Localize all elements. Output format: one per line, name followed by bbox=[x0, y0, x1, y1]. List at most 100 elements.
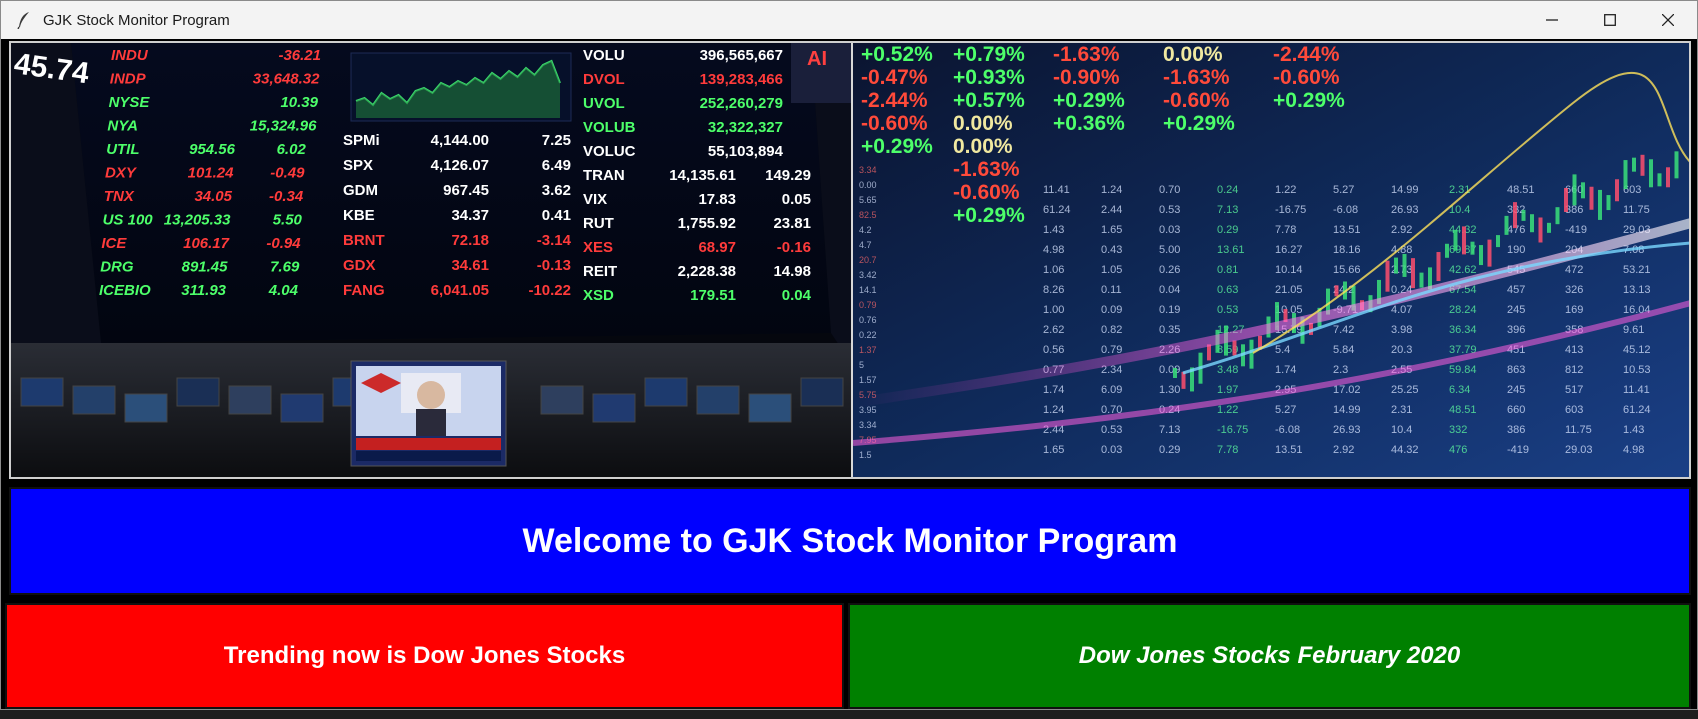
market-grid-number: 0.29 bbox=[1159, 444, 1180, 456]
ticker-change: -0.13 bbox=[537, 257, 571, 274]
market-grid-number: 0.35 bbox=[1159, 324, 1180, 336]
ticker-symbol: VOLU bbox=[583, 47, 625, 64]
market-grid-number: 0.43 bbox=[1101, 244, 1122, 256]
market-grid-number: 169 bbox=[1565, 304, 1583, 316]
minimize-button[interactable] bbox=[1523, 1, 1581, 39]
market-grid-number: 36.34 bbox=[1449, 324, 1477, 336]
ticker-value: 17.83 bbox=[698, 191, 736, 208]
percent-change-label: -1.63% bbox=[1163, 66, 1230, 89]
market-grid-number: 5.4 bbox=[1275, 344, 1290, 356]
market-grid-number: 603 bbox=[1565, 404, 1583, 416]
candlestick bbox=[1181, 371, 1186, 389]
close-icon bbox=[1662, 14, 1674, 26]
market-grid-number: 1.24 bbox=[1043, 404, 1064, 416]
market-grid-number: 5 bbox=[859, 360, 864, 370]
market-grid-number: 0.53 bbox=[1217, 304, 1238, 316]
ticker-change: 7.25 bbox=[542, 132, 571, 149]
percent-change-label: 0.00% bbox=[953, 112, 1013, 135]
market-grid-number: 5.84 bbox=[1333, 344, 1354, 356]
ticker-change: 5.50 bbox=[273, 212, 303, 229]
banner-image: 45.74 AI INDU -36.21 INDP 33,648.32 NYSE 10.3… bbox=[9, 41, 1691, 479]
market-grid-number: 1.22 bbox=[1275, 184, 1296, 196]
candlestick bbox=[1249, 339, 1254, 369]
market-grid-number: 472 bbox=[1565, 264, 1583, 276]
candlestick bbox=[1581, 182, 1585, 199]
market-grid-number: 25.25 bbox=[1391, 384, 1419, 396]
ticker-symbol: NYSE bbox=[109, 94, 151, 111]
close-button[interactable] bbox=[1639, 1, 1697, 39]
market-grid-number: 0.03 bbox=[1101, 444, 1122, 456]
market-grid-number: 0.63 bbox=[1217, 284, 1238, 296]
maximize-icon bbox=[1604, 14, 1616, 26]
market-grid-number: 0.56 bbox=[1043, 344, 1064, 356]
percent-change-label: +0.29% bbox=[1053, 89, 1125, 112]
ticker-change: 14.98 bbox=[773, 263, 811, 280]
candlestick bbox=[1530, 214, 1534, 233]
title-bar[interactable]: GJK Stock Monitor Program bbox=[1, 1, 1697, 39]
market-grid-number: 5.00 bbox=[1159, 244, 1180, 256]
market-grid-number: 45.12 bbox=[1623, 344, 1651, 356]
candlestick bbox=[1538, 217, 1543, 243]
candlestick bbox=[1470, 241, 1475, 255]
ticker-value: 106.17 bbox=[183, 235, 230, 252]
percent-change-label: -0.90% bbox=[1053, 66, 1120, 89]
maximize-button[interactable] bbox=[1581, 1, 1639, 39]
ticker-symbol: TRAN bbox=[583, 167, 625, 184]
market-grid-number: 20.7 bbox=[859, 255, 877, 265]
ticker-change: 3.62 bbox=[542, 182, 571, 199]
market-grid-number: 13.51 bbox=[1333, 224, 1361, 236]
ticker-symbol: REIT bbox=[583, 263, 617, 280]
market-grid-number: 1.65 bbox=[1043, 444, 1064, 456]
market-grid-number: 11.75 bbox=[1565, 424, 1592, 436]
market-grid-number: 0.04 bbox=[1159, 284, 1180, 296]
candlestick bbox=[1666, 167, 1670, 188]
percent-change-label: +0.57% bbox=[953, 89, 1025, 112]
percent-change-label: -2.44% bbox=[1273, 43, 1340, 66]
market-grid-number: 2.44 bbox=[1101, 204, 1122, 216]
market-grid-number: -16.75 bbox=[1217, 424, 1248, 436]
candlestick bbox=[1606, 195, 1611, 211]
percent-change-label: +0.29% bbox=[1273, 89, 1345, 112]
market-grid-number: 11.41 bbox=[1043, 184, 1070, 196]
market-grid-number: 2.92 bbox=[1333, 444, 1354, 456]
candlestick bbox=[1640, 154, 1645, 176]
market-grid-number: 4.98 bbox=[1043, 244, 1064, 256]
ticker-symbol: SPX bbox=[343, 157, 373, 174]
market-grid-number: 1.05 bbox=[1101, 264, 1122, 276]
percent-change-label: +0.79% bbox=[953, 43, 1025, 66]
market-grid-number: 48.51 bbox=[1449, 404, 1477, 416]
ticker-value: 34.61 bbox=[451, 257, 489, 274]
market-grid-number: 61.24 bbox=[1043, 204, 1071, 216]
market-grid-number: 457 bbox=[1507, 284, 1525, 296]
candlestick bbox=[1657, 173, 1662, 187]
market-grid-number: 1.5 bbox=[859, 450, 872, 460]
market-grid-number: 26.93 bbox=[1333, 424, 1361, 436]
percent-change-label: +0.29% bbox=[861, 135, 933, 158]
trading-floor-monitor bbox=[696, 385, 740, 415]
stock-exchange-board: 45.74 AI INDU -36.21 INDP 33,648.32 NYSE 10.3… bbox=[11, 43, 851, 477]
ticker-change: -0.49 bbox=[270, 165, 305, 182]
candlestick bbox=[1394, 257, 1398, 274]
market-grid-number: 6.34 bbox=[1449, 384, 1470, 396]
market-grid-number: 0.53 bbox=[1159, 204, 1180, 216]
app-window: GJK Stock Monitor Program 45.74 AI INDU … bbox=[0, 0, 1698, 710]
market-grid-number: 29.03 bbox=[1565, 444, 1593, 456]
candlestick bbox=[1547, 222, 1551, 233]
ticker-value: 179.51 bbox=[690, 287, 736, 304]
ticker-symbol: NYA bbox=[107, 118, 138, 135]
market-grid-number: 8.26 bbox=[1043, 284, 1064, 296]
window-title: GJK Stock Monitor Program bbox=[43, 11, 230, 29]
market-grid-number: 7.42 bbox=[1333, 324, 1354, 336]
market-grid-number: 332 bbox=[1449, 424, 1467, 436]
candlestick bbox=[1462, 226, 1466, 255]
market-grid-number: 1.37 bbox=[859, 345, 877, 355]
percent-change-label: -1.63% bbox=[1053, 43, 1120, 66]
percent-change-label: +0.29% bbox=[953, 204, 1025, 227]
ticker-value: 13,205.33 bbox=[164, 212, 231, 229]
candlestick bbox=[1572, 174, 1577, 206]
market-grid-number: 59.84 bbox=[1449, 364, 1477, 376]
dow-jones-february-2020-button[interactable]: Dow Jones Stocks February 2020 bbox=[848, 603, 1691, 709]
market-grid-number: 812 bbox=[1565, 364, 1583, 376]
trending-dow-jones-button[interactable]: Trending now is Dow Jones Stocks bbox=[5, 603, 844, 709]
ticker-symbol: DVOL bbox=[583, 71, 625, 88]
